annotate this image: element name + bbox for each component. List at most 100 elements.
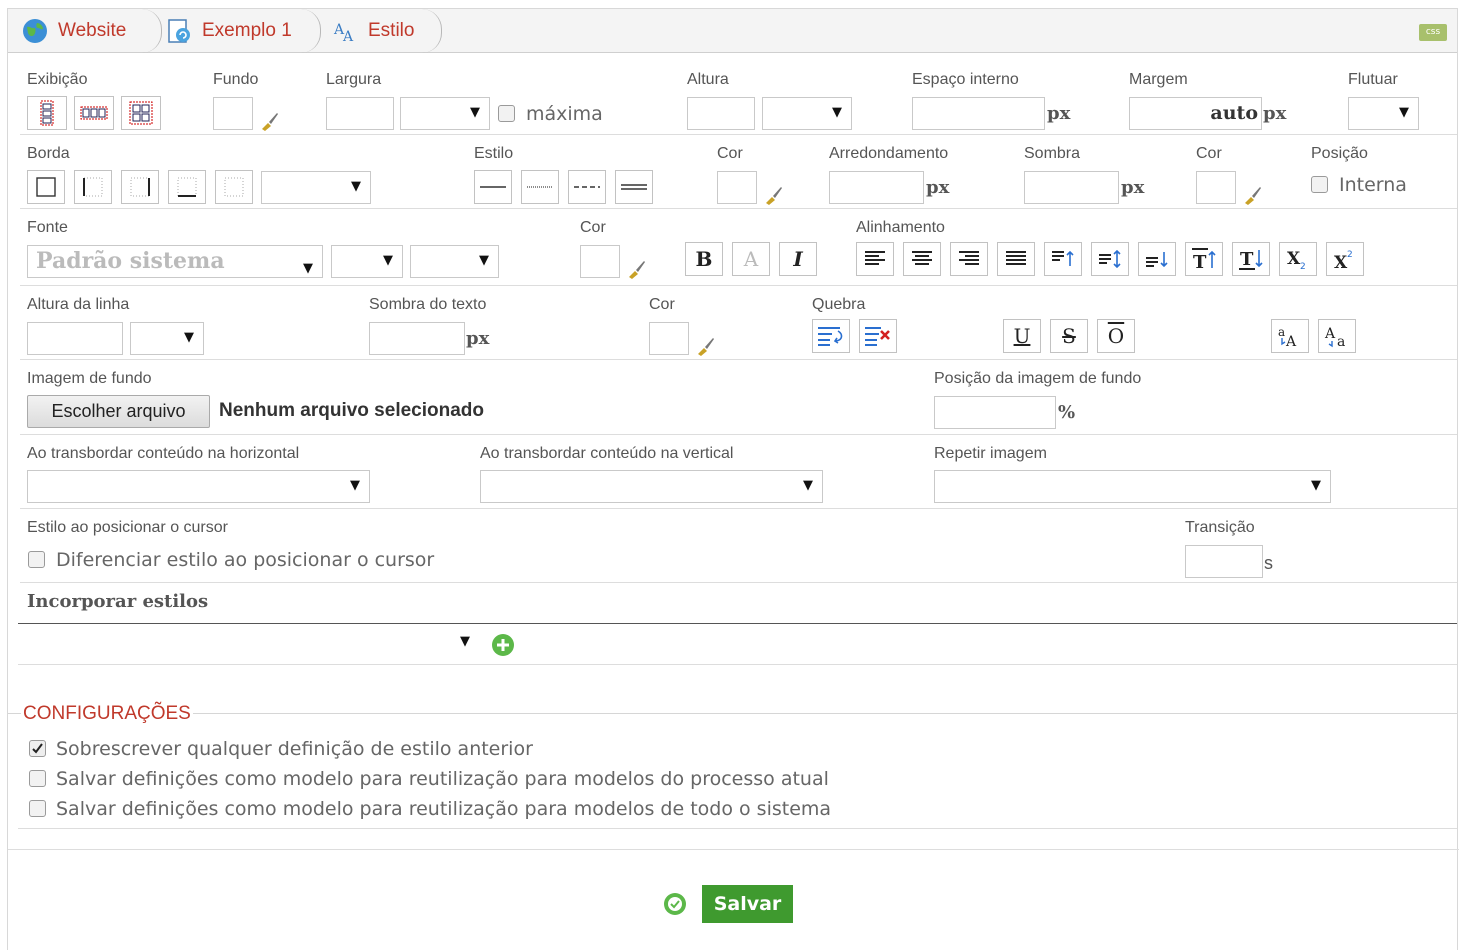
text-shadow-unit: px <box>466 328 490 349</box>
display-block-button[interactable] <box>27 96 67 130</box>
text-lowercase-icon: aA <box>1278 325 1297 348</box>
svg-text:T: T <box>1193 252 1207 270</box>
display-inline-button[interactable] <box>74 96 114 130</box>
strikethrough-button[interactable]: S <box>1050 319 1088 353</box>
breadcrumb-label: Exemplo 1 <box>202 20 292 41</box>
width-input[interactable] <box>326 97 394 130</box>
breadcrumb-exemplo[interactable]: Exemplo 1 <box>166 9 321 53</box>
underline-button[interactable]: U <box>1003 319 1041 353</box>
line-double-icon <box>621 184 647 190</box>
text-shadow-color-input[interactable] <box>649 322 689 355</box>
box-shadow-input[interactable] <box>1024 171 1119 204</box>
subscript-button[interactable]: X2 <box>1279 242 1317 276</box>
align-left-button[interactable] <box>856 242 894 276</box>
divider <box>8 849 1459 850</box>
align-right-button[interactable] <box>950 242 988 276</box>
font-unit-select[interactable] <box>410 245 499 278</box>
save-template-process-checkbox[interactable] <box>29 770 46 787</box>
text-top-button[interactable]: T <box>1185 242 1223 276</box>
background-position-input[interactable] <box>934 396 1056 429</box>
font-family-select[interactable]: Padrão sistema <box>27 245 323 284</box>
svg-text:a: a <box>1278 325 1285 339</box>
breadcrumb-website[interactable]: Website <box>22 9 162 53</box>
lowercase-button[interactable]: aA <box>1271 319 1309 353</box>
align-center-button[interactable] <box>903 242 941 276</box>
border-color-input[interactable] <box>717 171 757 204</box>
breadcrumb-estilo[interactable]: AA Estilo <box>332 9 442 53</box>
line-height-unit-select[interactable] <box>130 322 204 355</box>
height-input[interactable] <box>687 97 755 130</box>
background-repeat-select[interactable] <box>934 470 1331 503</box>
svg-text:2: 2 <box>1347 250 1353 260</box>
margin-input[interactable]: auto <box>1129 97 1262 130</box>
transition-input[interactable] <box>1185 545 1263 578</box>
overflow-x-select[interactable] <box>27 470 370 503</box>
display-grid-button[interactable] <box>121 96 161 130</box>
label-espaco-interno: Espaço interno <box>912 71 1019 88</box>
background-color-input[interactable] <box>213 97 253 130</box>
svg-text:X: X <box>1287 249 1301 269</box>
margin-unit: px <box>1263 103 1287 124</box>
label-largura: Largura <box>326 71 382 88</box>
height-unit-select[interactable] <box>762 97 852 130</box>
breadcrumb-label: Estilo <box>368 20 415 41</box>
overline-button[interactable]: O <box>1097 319 1135 353</box>
align-justify-button[interactable] <box>997 242 1035 276</box>
save-button[interactable]: Salvar <box>702 885 793 923</box>
divider <box>18 828 1457 829</box>
override-checkbox[interactable] <box>29 740 46 757</box>
word-wrap-button[interactable] <box>812 319 850 353</box>
italic-button[interactable]: I <box>779 242 817 276</box>
paintbrush-icon[interactable] <box>627 259 647 279</box>
css-badge[interactable]: css <box>1419 24 1447 41</box>
font-normal-button[interactable]: A <box>732 242 770 276</box>
border-all-button[interactable] <box>27 170 65 204</box>
valign-middle-button[interactable] <box>1091 242 1129 276</box>
shadow-inset-checkbox[interactable] <box>1311 176 1328 193</box>
bold-button[interactable]: B <box>685 242 723 276</box>
width-unit-select[interactable] <box>400 97 490 130</box>
border-radius-input[interactable] <box>829 171 924 204</box>
add-circle-icon[interactable] <box>490 632 516 658</box>
label-posicao-imagem: Posição da imagem de fundo <box>934 370 1142 387</box>
paintbrush-icon[interactable] <box>260 111 280 131</box>
border-left-icon <box>83 177 103 197</box>
border-right-button[interactable] <box>121 170 159 204</box>
valign-bottom-button[interactable] <box>1138 242 1176 276</box>
text-uppercase-icon: Aa <box>1324 326 1345 348</box>
hover-style-checkbox[interactable] <box>28 551 45 568</box>
line-height-input[interactable] <box>27 322 123 355</box>
overflow-y-select[interactable] <box>480 470 823 503</box>
display-block-icon <box>40 100 54 126</box>
valign-middle-icon <box>1099 250 1121 268</box>
max-width-checkbox[interactable] <box>498 105 515 122</box>
border-bottom-button[interactable] <box>168 170 206 204</box>
border-left-button[interactable] <box>74 170 112 204</box>
font-size-select[interactable] <box>331 245 403 278</box>
border-dotted-button[interactable] <box>521 170 559 204</box>
text-shadow-input[interactable] <box>369 322 465 355</box>
paintbrush-icon[interactable] <box>764 185 784 205</box>
paintbrush-icon[interactable] <box>696 336 716 356</box>
paintbrush-icon[interactable] <box>1243 185 1263 205</box>
border-none-button[interactable] <box>215 170 253 204</box>
border-dashed-button[interactable] <box>568 170 606 204</box>
no-wrap-button[interactable] <box>859 319 897 353</box>
row-border: Borda Estilo Cor Arredondamento px Sombr… <box>20 135 1457 209</box>
row-font: Fonte Padrão sistema Cor B A I Alinhamen… <box>20 209 1457 286</box>
uppercase-button[interactable]: Aa <box>1318 319 1356 353</box>
valign-top-button[interactable] <box>1044 242 1082 276</box>
border-solid-button[interactable] <box>474 170 512 204</box>
incorporate-style-select[interactable]: ▼ <box>18 627 476 661</box>
font-color-input[interactable] <box>580 245 620 278</box>
text-bottom-button[interactable]: T <box>1232 242 1270 276</box>
superscript-button[interactable]: X2 <box>1326 242 1364 276</box>
choose-file-button[interactable]: Escolher arquivo <box>27 395 210 428</box>
shadow-color-input[interactable] <box>1196 171 1236 204</box>
float-select[interactable] <box>1348 97 1419 130</box>
padding-input[interactable] <box>912 97 1045 130</box>
row-display: Exibição Fundo Largura máxima Altura Esp… <box>20 61 1457 135</box>
border-double-button[interactable] <box>615 170 653 204</box>
save-template-system-checkbox[interactable] <box>29 800 46 817</box>
border-width-select[interactable] <box>261 171 371 204</box>
